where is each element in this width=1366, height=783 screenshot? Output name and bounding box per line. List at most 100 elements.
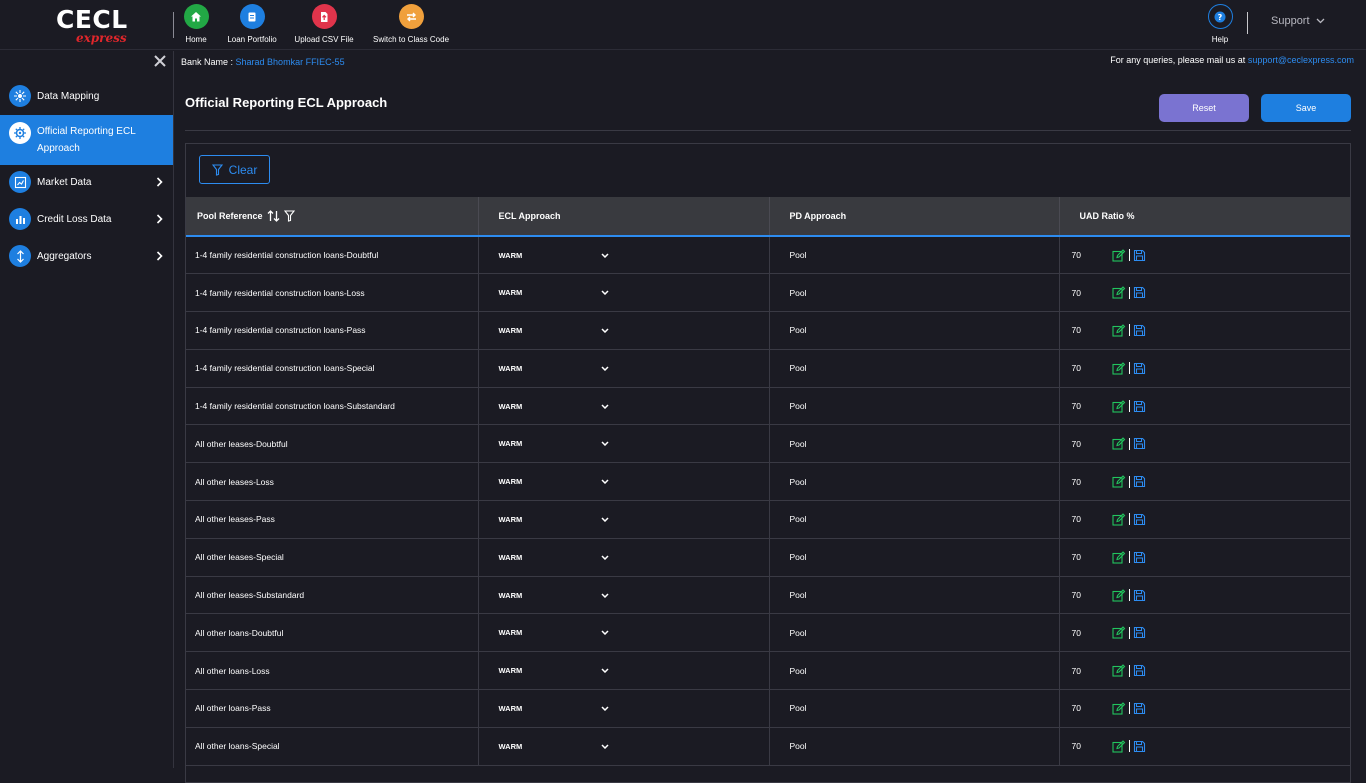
ecl-approach-select[interactable]: WARM — [499, 364, 609, 373]
nav-switch-class-code-label: Switch to Class Code — [372, 35, 450, 44]
ecl-approach-select[interactable]: WARM — [499, 402, 609, 411]
uad-ratio-cell: 70 — [1059, 652, 1350, 690]
nav-switch-class-code[interactable]: Switch to Class Code — [370, 4, 452, 48]
nav-upload-csv[interactable]: Upload CSV File — [294, 4, 354, 48]
save-icon[interactable] — [1133, 626, 1146, 639]
header-divider-right — [1247, 12, 1248, 34]
ecl-approach-cell: WARM — [478, 462, 770, 501]
query-label: For any queries, please mail us at — [1110, 55, 1248, 65]
ecl-approach-table: Pool Reference ECL Approach PD Approach … — [186, 197, 1350, 766]
sidebar-item-data-mapping[interactable]: Data Mapping — [0, 82, 173, 110]
ecl-approach-select[interactable]: WARM — [499, 742, 609, 751]
nav-loan-portfolio[interactable]: Loan Portfolio — [225, 4, 279, 48]
ecl-approach-select[interactable]: WARM — [499, 591, 609, 600]
sidebar-item-label: Credit Loss Data — [37, 213, 112, 225]
ecl-approach-select[interactable]: WARM — [499, 666, 609, 675]
edit-icon[interactable] — [1111, 437, 1126, 450]
chevron-down-icon — [1316, 18, 1324, 24]
support-email-link[interactable]: support@ceclexpress.com — [1248, 55, 1354, 65]
edit-icon[interactable] — [1111, 362, 1126, 375]
ecl-approach-value: WARM — [498, 590, 523, 600]
pd-approach-cell: Pool — [769, 387, 1060, 425]
nav-home[interactable]: Home — [183, 4, 209, 48]
sidebar-item-label: Data Mapping — [37, 90, 100, 102]
save-button[interactable]: Save — [1261, 94, 1351, 122]
ecl-approach-select[interactable]: WARM — [499, 628, 609, 637]
edit-icon[interactable] — [1111, 399, 1126, 413]
help-button[interactable]: ? Help — [1206, 4, 1234, 44]
sort-icon[interactable] — [267, 210, 280, 222]
edit-icon[interactable] — [1111, 739, 1126, 753]
action-divider — [1128, 513, 1130, 526]
edit-icon[interactable] — [1111, 513, 1126, 526]
ecl-approach-select[interactable]: WARM — [499, 477, 609, 486]
save-icon[interactable] — [1133, 513, 1146, 526]
pool-reference-cell: 1-4 family residential construction loan… — [186, 311, 479, 350]
sidebar-item-market-data[interactable]: Market Data — [0, 168, 173, 196]
column-header-pd-approach: PD Approach — [769, 197, 1060, 236]
ecl-approach-select[interactable]: WARM — [499, 704, 609, 713]
column-label: Pool Reference — [197, 211, 263, 221]
edit-icon[interactable] — [1111, 588, 1126, 602]
sidebar-item-official-reporting-ecl-approach[interactable]: Official Reporting ECL Approach — [0, 115, 173, 165]
save-icon[interactable] — [1133, 286, 1146, 299]
edit-icon[interactable] — [1111, 248, 1126, 262]
save-icon[interactable] — [1133, 740, 1146, 753]
ecl-approach-value: WARM — [498, 363, 523, 373]
ecl-approach-select[interactable]: WARM — [499, 515, 609, 524]
edit-icon[interactable] — [1111, 626, 1126, 639]
pd-approach-cell: Pool — [769, 576, 1060, 614]
cecl-express-logo[interactable]: CECL express — [56, 6, 128, 46]
pool-reference-cell: 1-4 family residential construction loan… — [186, 273, 479, 312]
save-icon[interactable] — [1133, 324, 1146, 337]
save-icon[interactable] — [1133, 664, 1146, 677]
clear-filter-button[interactable]: Clear — [199, 155, 270, 184]
save-icon[interactable] — [1133, 551, 1146, 564]
filter-icon — [211, 163, 223, 176]
uad-ratio-value: 70 — [1071, 514, 1081, 525]
table-row: All other loans-Doubtful WARM Pool 70 — [186, 613, 1350, 652]
edit-icon[interactable] — [1111, 324, 1126, 337]
edit-icon[interactable] — [1111, 475, 1126, 488]
header-divider — [173, 12, 174, 38]
ecl-approach-cell: WARM — [478, 689, 770, 728]
pd-approach-cell: Pool — [769, 311, 1060, 350]
uad-ratio-cell: 70 — [1059, 274, 1350, 312]
pool-reference-cell: All other loans-Loss — [186, 651, 479, 690]
save-icon[interactable] — [1133, 475, 1146, 488]
save-icon[interactable] — [1133, 589, 1146, 602]
chevron-down-icon — [600, 555, 609, 560]
ecl-approach-select[interactable]: WARM — [499, 553, 609, 562]
aggregators-icon — [9, 245, 31, 267]
save-icon[interactable] — [1133, 702, 1146, 715]
nav-loan-portfolio-label: Loan Portfolio — [227, 35, 277, 44]
sidebar-item-credit-loss-data[interactable]: Credit Loss Data — [0, 205, 173, 233]
table-row: All other leases-Doubtful WARM Pool 70 — [186, 424, 1350, 463]
data-mapping-icon — [9, 85, 31, 107]
save-icon[interactable] — [1133, 362, 1146, 375]
svg-text:?: ? — [1218, 13, 1223, 22]
save-icon[interactable] — [1133, 437, 1146, 450]
uad-ratio-value: 70 — [1071, 703, 1081, 714]
filter-icon[interactable] — [283, 210, 295, 222]
reset-button[interactable]: Reset — [1159, 94, 1249, 122]
ecl-approach-select[interactable]: WARM — [499, 326, 609, 335]
chevron-down-icon — [600, 253, 609, 258]
ecl-approach-select[interactable]: WARM — [499, 251, 609, 260]
edit-icon[interactable] — [1111, 702, 1126, 715]
save-icon[interactable] — [1133, 400, 1146, 413]
save-icon[interactable] — [1133, 249, 1146, 262]
action-divider — [1128, 702, 1130, 715]
sidebar-item-aggregators[interactable]: Aggregators — [0, 242, 173, 270]
edit-icon[interactable] — [1111, 550, 1126, 564]
sidebar-item-label: Official Reporting ECL Approach — [37, 126, 136, 154]
edit-icon[interactable] — [1111, 664, 1126, 677]
ecl-approach-select[interactable]: WARM — [499, 288, 609, 297]
ecl-approach-select[interactable]: WARM — [499, 439, 609, 448]
close-icon[interactable] — [153, 54, 167, 68]
edit-icon[interactable] — [1111, 286, 1126, 299]
ecl-approach-value: WARM — [498, 628, 523, 638]
support-dropdown[interactable]: Support — [1271, 15, 1325, 27]
chevron-right-icon — [156, 251, 163, 261]
uad-ratio-value: 70 — [1071, 438, 1081, 449]
